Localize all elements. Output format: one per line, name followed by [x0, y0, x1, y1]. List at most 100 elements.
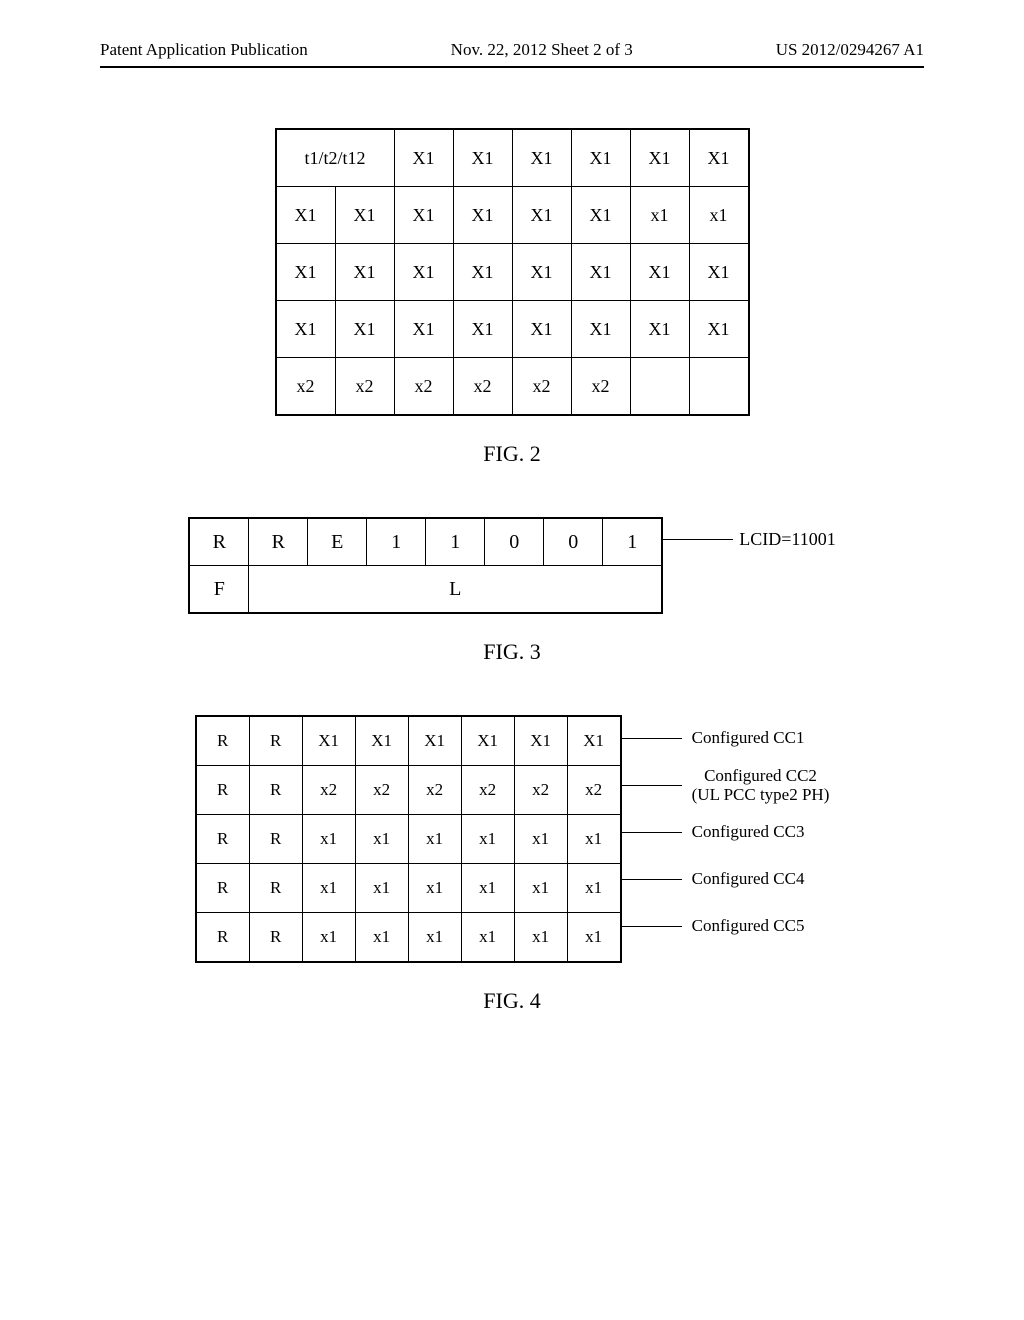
fig4-cell: X1	[567, 716, 621, 766]
figure-3: R R E 1 1 0 0 1 F L LCID=11001 FIG.	[100, 517, 924, 665]
header-center: Nov. 22, 2012 Sheet 2 of 3	[451, 40, 633, 60]
leader-line-icon	[622, 926, 682, 927]
fig3-cell-merged: L	[249, 566, 663, 614]
fig4-cell: x1	[461, 913, 514, 963]
fig4-cell: x2	[302, 766, 355, 815]
fig2-cell: X1	[453, 129, 512, 187]
fig4-cell: x2	[355, 766, 408, 815]
header-right: US 2012/0294267 A1	[776, 40, 924, 60]
fig3-cell: R	[189, 518, 249, 566]
fig4-cell: x1	[408, 815, 461, 864]
fig4-cell: x2	[514, 766, 567, 815]
fig4-cell: X1	[514, 716, 567, 766]
leader-line-icon	[622, 879, 682, 880]
fig2-cell-merged: t1/t2/t12	[276, 129, 395, 187]
fig4-cell: x1	[461, 864, 514, 913]
fig4-cell: R	[249, 815, 302, 864]
fig4-cell: x1	[461, 815, 514, 864]
fig4-cell: R	[249, 864, 302, 913]
fig2-cell: X1	[571, 129, 630, 187]
fig3-table: R R E 1 1 0 0 1 F L	[188, 517, 663, 614]
fig2-cell: x1	[689, 187, 749, 244]
fig3-cell: 0	[544, 518, 603, 566]
fig4-row-label: Configured CC4	[682, 870, 805, 889]
fig2-cell: x2	[571, 358, 630, 416]
fig4-row-label: Configured CC1	[682, 729, 805, 748]
fig2-cell: X1	[689, 301, 749, 358]
fig4-cell: X1	[408, 716, 461, 766]
fig2-table: t1/t2/t12 X1 X1 X1 X1 X1 X1 X1 X1 X1 X1 …	[275, 128, 750, 416]
fig4-cell: X1	[461, 716, 514, 766]
fig4-cell: x1	[408, 864, 461, 913]
fig3-cell: E	[308, 518, 367, 566]
fig2-cell: X1	[571, 244, 630, 301]
fig2-cell: X1	[571, 301, 630, 358]
fig4-cell: x1	[355, 815, 408, 864]
fig4-cell: x1	[567, 864, 621, 913]
fig2-cell: X1	[689, 244, 749, 301]
fig2-cell	[630, 358, 689, 416]
fig2-cell: x2	[335, 358, 394, 416]
fig3-cell: F	[189, 566, 249, 614]
fig2-cell	[689, 358, 749, 416]
fig4-cell: x1	[514, 864, 567, 913]
fig3-cell: 1	[603, 518, 663, 566]
fig2-cell: X1	[276, 244, 336, 301]
fig4-cell: x1	[514, 815, 567, 864]
leader-line-icon	[622, 832, 682, 833]
fig4-row-label: Configured CC5	[682, 917, 805, 936]
fig2-cell: X1	[571, 187, 630, 244]
fig2-cell: x1	[630, 187, 689, 244]
leader-line-icon	[622, 785, 682, 786]
fig2-cell: X1	[630, 129, 689, 187]
fig2-cell: X1	[394, 187, 453, 244]
fig3-label: FIG. 3	[483, 639, 540, 665]
fig2-cell: X1	[394, 301, 453, 358]
fig4-cell: R	[196, 913, 250, 963]
fig3-cell: R	[249, 518, 308, 566]
fig2-cell: X1	[512, 129, 571, 187]
fig4-row-label: Configured CC2(UL PCC type2 PH)	[682, 767, 830, 804]
figure-2: t1/t2/t12 X1 X1 X1 X1 X1 X1 X1 X1 X1 X1 …	[100, 128, 924, 467]
fig4-cell: x1	[302, 815, 355, 864]
fig2-cell: X1	[276, 187, 336, 244]
fig4-table: R R X1 X1 X1 X1 X1 X1 R R x2 x2 x2 x2 x2	[195, 715, 622, 963]
fig4-cell: R	[196, 815, 250, 864]
fig2-cell: X1	[276, 301, 336, 358]
fig2-cell: x2	[453, 358, 512, 416]
fig4-cell: x1	[302, 864, 355, 913]
figure-4: R R X1 X1 X1 X1 X1 X1 R R x2 x2 x2 x2 x2	[100, 715, 924, 1014]
fig2-cell: X1	[630, 244, 689, 301]
fig2-cell: X1	[335, 301, 394, 358]
page-header: Patent Application Publication Nov. 22, …	[100, 40, 924, 68]
fig2-cell: X1	[453, 187, 512, 244]
fig2-cell: X1	[335, 244, 394, 301]
fig4-cell: x1	[567, 815, 621, 864]
fig2-cell: X1	[630, 301, 689, 358]
fig4-label: FIG. 4	[483, 988, 540, 1014]
fig4-cell: R	[249, 913, 302, 963]
fig4-cell: x2	[567, 766, 621, 815]
fig4-cell: x1	[567, 913, 621, 963]
fig2-cell: X1	[512, 244, 571, 301]
fig4-cell: x1	[302, 913, 355, 963]
leader-line-icon	[663, 539, 733, 540]
fig4-cell: X1	[302, 716, 355, 766]
leader-line-icon	[622, 738, 682, 739]
fig2-cell: X1	[335, 187, 394, 244]
fig2-cell: x2	[394, 358, 453, 416]
fig4-cell: x1	[355, 913, 408, 963]
fig4-cell: R	[249, 766, 302, 815]
fig4-cell: x2	[408, 766, 461, 815]
fig4-cell: R	[196, 766, 250, 815]
fig4-cell: R	[249, 716, 302, 766]
fig2-cell: X1	[512, 301, 571, 358]
fig3-cell: 1	[367, 518, 426, 566]
fig3-cell: 0	[485, 518, 544, 566]
fig4-cell: x1	[355, 864, 408, 913]
header-left: Patent Application Publication	[100, 40, 308, 60]
fig3-cell: 1	[426, 518, 485, 566]
fig4-cell: x1	[408, 913, 461, 963]
fig4-row-label: Configured CC3	[682, 823, 805, 842]
fig4-cell: X1	[355, 716, 408, 766]
